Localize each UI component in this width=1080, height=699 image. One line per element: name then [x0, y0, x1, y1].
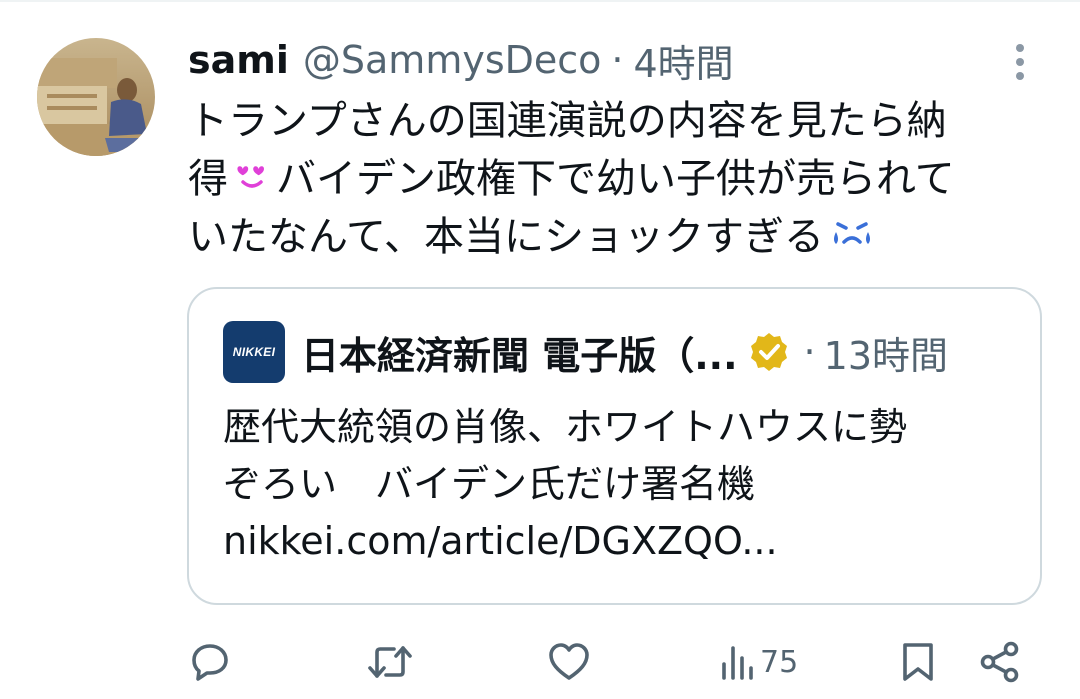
user-handle[interactable]: @SammysDeco: [303, 38, 602, 82]
retweet-button[interactable]: [366, 636, 414, 688]
display-name[interactable]: sami: [188, 38, 289, 82]
bookmark-icon: [903, 643, 933, 681]
more-dot-icon: [1016, 58, 1024, 66]
user-avatar[interactable]: [37, 38, 155, 156]
separator-dot: ·: [803, 330, 816, 374]
more-options-button[interactable]: [1001, 40, 1039, 84]
reply-icon: [192, 644, 228, 681]
tweet-text-fragment: いたなんて、本当にショックすぎる: [188, 214, 824, 260]
quoted-display-name[interactable]: 日本経済新聞 電子版（...: [301, 325, 738, 380]
nikkei-logo-text: NIKKEI: [232, 345, 276, 359]
quoted-tweet-card[interactable]: NIKKEI 日本経済新聞 電子版（... · 13時間 歴代大統領の肖像、ホワ…: [187, 287, 1042, 605]
quoted-tweet-header: 日本経済新聞 電子版（... · 13時間: [301, 321, 948, 383]
bookmark-button[interactable]: [898, 636, 938, 688]
tweet-text: トランプさんの国連演説の内容を見たら納 得 バイデン政権下で幼い子供が売られて い…: [188, 92, 1028, 266]
retweet-icon: [368, 646, 412, 678]
tweet-text-line: 得 バイデン政権下で幼い子供が売られて: [188, 150, 1028, 208]
like-button[interactable]: [547, 636, 591, 688]
tweet-header: sami @SammysDeco · 4時間: [188, 34, 734, 86]
separator-dot: ·: [611, 38, 624, 82]
like-icon: [549, 643, 589, 680]
views-icon: [722, 646, 753, 680]
share-icon: [980, 641, 1019, 683]
verified-badge-icon: [748, 331, 790, 373]
quoted-text-line: ぞろい バイデン氏だけ署名機: [223, 462, 756, 506]
tweet-timestamp[interactable]: 4時間: [634, 33, 734, 88]
views-count: 75: [760, 644, 799, 680]
tweet-text-fragment: 得: [188, 156, 228, 202]
nikkei-avatar[interactable]: NIKKEI: [223, 321, 285, 383]
heart-eyes-emoji-icon: [234, 152, 270, 210]
quoted-timestamp[interactable]: 13時間: [824, 325, 948, 380]
reply-button[interactable]: [188, 636, 232, 688]
crying-emoji-icon: [830, 210, 874, 268]
share-button[interactable]: [978, 636, 1022, 688]
tweet-text-line: トランプさんの国連演説の内容を見たら納: [188, 98, 947, 144]
more-dot-icon: [1016, 72, 1024, 80]
quoted-text-line: 歴代大統領の肖像、ホワイトハウスに勢: [223, 405, 908, 449]
quoted-tweet-text: 歴代大統領の肖像、ホワイトハウスに勢 ぞろい バイデン氏だけ署名機 nikkei…: [223, 399, 1023, 570]
views-button[interactable]: 75: [720, 636, 798, 688]
quoted-link[interactable]: nikkei.com/article/DGXZQO...: [223, 513, 1023, 570]
top-divider: [0, 0, 1080, 2]
more-dot-icon: [1016, 44, 1024, 52]
tweet-text-line: いたなんて、本当にショックすぎる: [188, 208, 1028, 266]
tweet-text-fragment: バイデン政権下で幼い子供が売られて: [276, 156, 955, 202]
